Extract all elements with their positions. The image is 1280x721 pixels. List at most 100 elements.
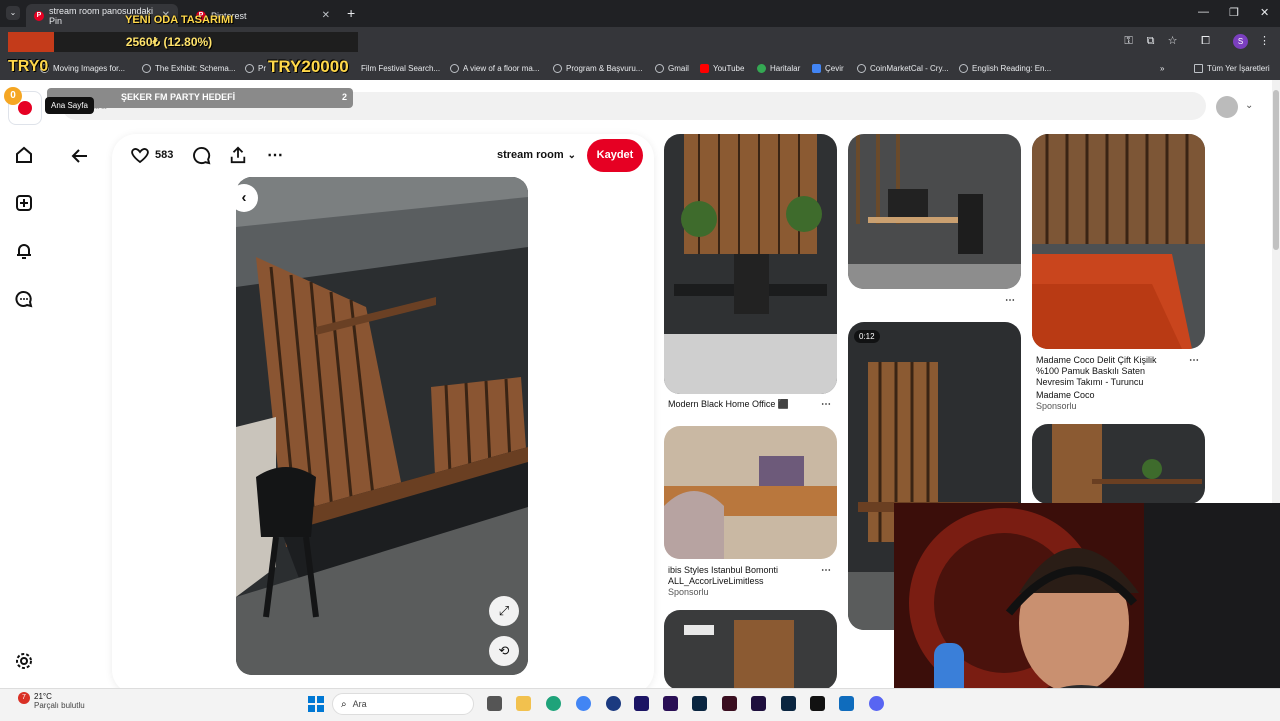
profile-avatar[interactable]: S bbox=[1233, 34, 1248, 49]
youtube-icon bbox=[700, 64, 709, 73]
bookmark-label: A view of a floor ma... bbox=[463, 64, 540, 73]
menu-kebab-icon[interactable]: ⋮ bbox=[1258, 35, 1271, 48]
new-tab-button[interactable]: + bbox=[347, 5, 355, 21]
settings-icon[interactable] bbox=[14, 651, 34, 671]
globe-icon bbox=[245, 64, 254, 73]
account-chevron-icon[interactable]: ⌄ bbox=[1245, 100, 1253, 111]
bookmark-item[interactable]: Haritalar bbox=[757, 61, 800, 76]
account-avatar[interactable] bbox=[1216, 96, 1238, 118]
tab-close-icon[interactable]: ✕ bbox=[322, 10, 330, 21]
weather-text: 21°C Parçalı bulutlu bbox=[34, 692, 85, 710]
feed-pin-more-icon[interactable]: ⋯ bbox=[821, 399, 831, 410]
after-effects-icon[interactable] bbox=[634, 696, 649, 711]
photoshop-icon[interactable] bbox=[692, 696, 707, 711]
feed-pin-image[interactable] bbox=[848, 134, 1021, 289]
video-duration-badge: 0:12 bbox=[854, 330, 880, 343]
taskbar-search[interactable]: ⌕ Ara bbox=[332, 693, 474, 715]
pin-image[interactable] bbox=[236, 177, 528, 675]
cinema4d-icon[interactable] bbox=[606, 696, 621, 711]
bookmark-item[interactable]: A view of a floor ma... bbox=[450, 61, 539, 76]
file-explorer-icon[interactable] bbox=[516, 696, 531, 711]
gmail-icon bbox=[655, 64, 664, 73]
bookmark-label: Pr bbox=[258, 64, 266, 73]
board-selector[interactable]: stream room ⌄ bbox=[497, 149, 576, 161]
scrollbar-thumb[interactable] bbox=[1273, 90, 1279, 250]
heart-icon[interactable] bbox=[130, 146, 150, 164]
animate-icon[interactable] bbox=[722, 696, 737, 711]
sponsored-label: Sponsorlu bbox=[1036, 401, 1077, 411]
weather-widget[interactable]: 7 21°C Parçalı bulutlu bbox=[12, 692, 85, 710]
globe-icon bbox=[959, 64, 968, 73]
expand-icon[interactable]: ⤢ bbox=[489, 596, 519, 626]
prev-arrow-button[interactable]: ‹ bbox=[230, 184, 258, 212]
character-animator-icon[interactable] bbox=[751, 696, 766, 711]
globe-icon bbox=[553, 64, 562, 73]
back-arrow-icon[interactable] bbox=[70, 146, 90, 166]
bookmark-item[interactable]: Gmail bbox=[655, 61, 689, 76]
restore-icon[interactable]: ❐ bbox=[1229, 6, 1239, 19]
more-icon[interactable]: ⋯ bbox=[267, 145, 284, 165]
capcut-icon[interactable] bbox=[810, 696, 825, 711]
feed-pin-image[interactable] bbox=[664, 610, 837, 690]
task-view-icon[interactable] bbox=[487, 696, 502, 711]
bookmark-label: Tüm Yer İşaretleri bbox=[1207, 64, 1270, 73]
chrome-icon[interactable] bbox=[576, 696, 591, 711]
share-icon[interactable] bbox=[229, 146, 247, 164]
bookmark-label: Program & Başvuru... bbox=[566, 64, 643, 73]
visual-search-icon[interactable]: ⟲ bbox=[489, 636, 519, 666]
comment-icon[interactable] bbox=[192, 146, 211, 165]
save-button[interactable]: Kaydet bbox=[587, 139, 643, 172]
feed-pin-image[interactable] bbox=[1032, 424, 1205, 504]
outlook-icon[interactable] bbox=[839, 696, 854, 711]
bell-icon[interactable] bbox=[14, 241, 34, 261]
feed-pin-more-icon[interactable]: ⋯ bbox=[821, 565, 831, 576]
weather-desc: Parçalı bulutlu bbox=[34, 701, 85, 710]
feed-pin-caption[interactable]: Madame Coco Delit Çift Kişilik %100 Pamu… bbox=[1036, 355, 1176, 388]
minimize-icon[interactable]: — bbox=[1198, 6, 1209, 18]
bookmark-item[interactable]: Film Festival Search... bbox=[361, 61, 440, 76]
premiere-icon[interactable] bbox=[663, 696, 678, 711]
bookmarks-overflow-icon[interactable]: » bbox=[1160, 61, 1164, 76]
lightroom-icon[interactable] bbox=[781, 696, 796, 711]
install-app-icon[interactable]: ⧉ bbox=[1144, 35, 1157, 48]
messages-icon[interactable] bbox=[14, 289, 34, 309]
overlay-progress-fill bbox=[8, 32, 54, 52]
sponsored-label: Sponsorlu bbox=[668, 587, 709, 597]
goal-label: ŞEKER FM PARTY HEDEFİ bbox=[121, 92, 236, 102]
bookmark-item[interactable]: Pr bbox=[245, 61, 266, 76]
edge-icon[interactable] bbox=[546, 696, 561, 711]
bookmark-item[interactable]: The Exhibit: Schema... bbox=[142, 61, 235, 76]
bookmark-item[interactable]: Program & Başvuru... bbox=[553, 61, 642, 76]
bookmark-star-icon[interactable]: ☆ bbox=[1166, 35, 1179, 48]
bookmark-item[interactable]: Çevir bbox=[812, 61, 844, 76]
password-key-icon[interactable]: ⚿ bbox=[1122, 35, 1135, 48]
create-icon[interactable] bbox=[14, 193, 34, 213]
discord-icon[interactable] bbox=[869, 696, 884, 711]
home-icon[interactable] bbox=[14, 145, 34, 165]
feed-pin-image[interactable] bbox=[1032, 134, 1205, 349]
bookmark-item[interactable]: YouTube bbox=[700, 61, 744, 76]
extensions-icon[interactable]: ⧠ bbox=[1199, 35, 1212, 48]
globe-icon bbox=[857, 64, 866, 73]
feed-pin-caption[interactable]: Modern Black Home Office ⬛ bbox=[668, 399, 789, 410]
feed-pin-subcaption: ALL_AccorLiveLimitless bbox=[668, 576, 764, 586]
hotel-desk-photo bbox=[664, 426, 837, 559]
feed-pin-image[interactable] bbox=[664, 134, 837, 394]
bookmark-label: Haritalar bbox=[770, 64, 801, 73]
board-name: stream room bbox=[497, 149, 564, 161]
feed-pin-image[interactable] bbox=[664, 426, 837, 559]
feed-pin-more-icon[interactable]: ⋯ bbox=[1005, 295, 1015, 306]
windows-start-icon[interactable] bbox=[308, 696, 324, 712]
bedroom-photo bbox=[1032, 134, 1205, 349]
bookmark-item[interactable]: CoinMarketCal - Cry... bbox=[857, 61, 949, 76]
maps-pin-icon bbox=[757, 64, 766, 73]
feed-pin-more-icon[interactable]: ⋯ bbox=[1189, 355, 1199, 366]
tab-search-button[interactable]: ⌄ bbox=[6, 6, 20, 20]
overlay-donation-amount: 2560₺ (12.80%) bbox=[125, 35, 213, 49]
feed-pin-caption[interactable]: ibis Styles Istanbul Bomonti bbox=[668, 565, 778, 575]
all-bookmarks-folder[interactable]: Tüm Yer İşaretleri bbox=[1194, 61, 1270, 76]
feed-pin-subcaption: Madame Coco bbox=[1036, 390, 1095, 400]
bookmark-item[interactable]: Moving Images for... bbox=[40, 61, 125, 76]
close-window-icon[interactable]: ✕ bbox=[1260, 6, 1269, 19]
bookmark-item[interactable]: English Reading: En... bbox=[959, 61, 1051, 76]
